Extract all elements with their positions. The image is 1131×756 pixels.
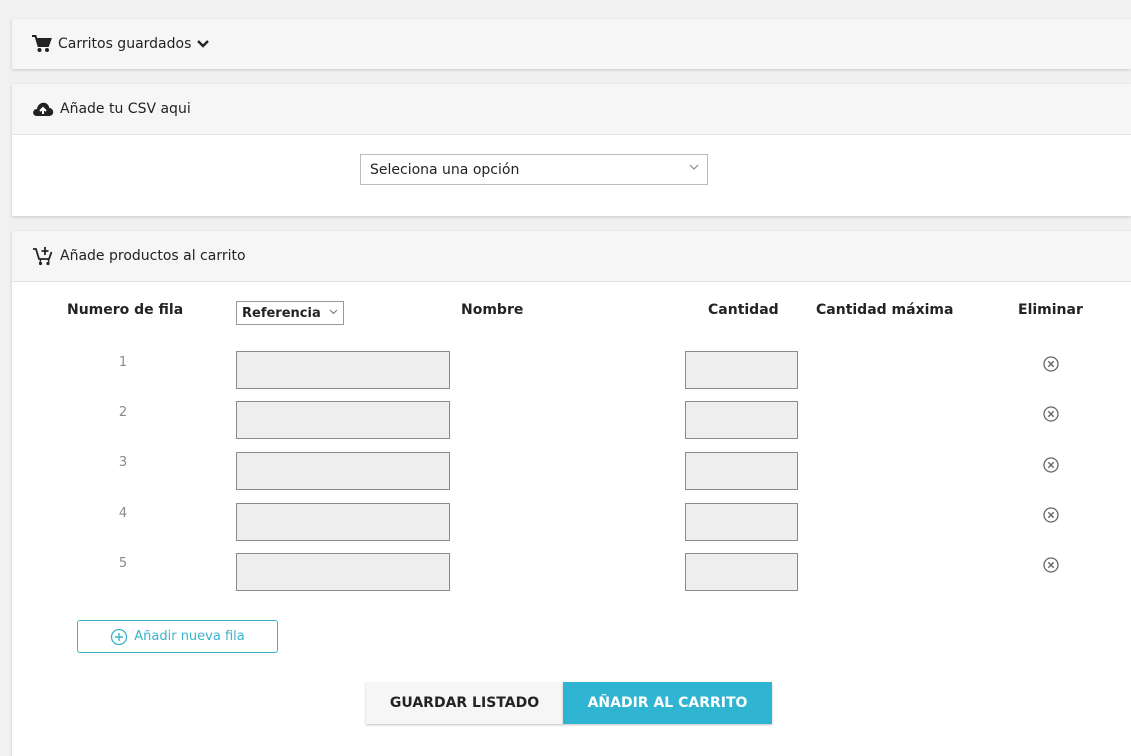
reference-input[interactable] [236, 452, 450, 490]
csv-panel-header: Añade tu CSV aqui [12, 84, 1131, 135]
cart-add-icon [32, 246, 54, 266]
row-number: 1 [118, 355, 128, 370]
row-number: 5 [118, 556, 128, 571]
save-list-button[interactable]: GUARDAR LISTADO [366, 682, 563, 724]
row-number: 2 [118, 405, 128, 420]
reference-select-value: Referencia [242, 305, 321, 321]
header-row-number: Numero de fila [67, 302, 184, 318]
products-panel-title: Añade productos al carrito [60, 248, 246, 264]
header-delete: Eliminar [1018, 302, 1083, 318]
reference-type-select[interactable]: Referencia [236, 301, 344, 325]
header-name: Nombre [461, 302, 524, 318]
csv-option-select[interactable]: Seleciona una opción [360, 154, 708, 185]
reference-input[interactable] [236, 351, 450, 389]
add-products-panel: Añade productos al carrito Numero de fil… [12, 231, 1131, 756]
saved-carts-panel: Carritos guardados [12, 19, 1131, 69]
saved-carts-toggle[interactable]: Carritos guardados [12, 19, 1131, 69]
delete-row-icon[interactable] [1042, 456, 1060, 474]
saved-carts-title: Carritos guardados [58, 36, 192, 52]
header-max-quantity: Cantidad máxima [816, 302, 954, 318]
reference-input[interactable] [236, 503, 450, 541]
plus-circle-icon [110, 628, 128, 646]
add-new-row-label: Añadir nueva fila [134, 629, 245, 644]
row-number: 3 [118, 455, 128, 470]
cloud-upload-icon [32, 101, 54, 117]
products-panel-header: Añade productos al carrito [12, 231, 1131, 282]
quantity-input[interactable] [685, 503, 798, 541]
delete-row-icon[interactable] [1042, 405, 1060, 423]
csv-select-value: Seleciona una opción [370, 161, 520, 178]
reference-input[interactable] [236, 553, 450, 591]
quantity-input[interactable] [685, 553, 798, 591]
chevron-down-icon [689, 164, 699, 171]
csv-upload-panel: Añade tu CSV aqui Seleciona una opción [12, 84, 1131, 216]
delete-row-icon[interactable] [1042, 506, 1060, 524]
add-new-row-button[interactable]: Añadir nueva fila [77, 620, 278, 653]
chevron-down-icon [197, 40, 210, 48]
header-quantity: Cantidad [708, 302, 779, 318]
row-number: 4 [118, 506, 128, 521]
quantity-input[interactable] [685, 452, 798, 490]
quantity-input[interactable] [685, 351, 798, 389]
reference-input[interactable] [236, 401, 450, 439]
csv-panel-title: Añade tu CSV aqui [60, 101, 191, 117]
delete-row-icon[interactable] [1042, 355, 1060, 373]
delete-row-icon[interactable] [1042, 556, 1060, 574]
quantity-input[interactable] [685, 401, 798, 439]
add-to-cart-button[interactable]: AÑADIR AL CARRITO [563, 682, 772, 724]
chevron-down-icon [329, 309, 338, 315]
shopping-cart-icon [32, 35, 52, 53]
